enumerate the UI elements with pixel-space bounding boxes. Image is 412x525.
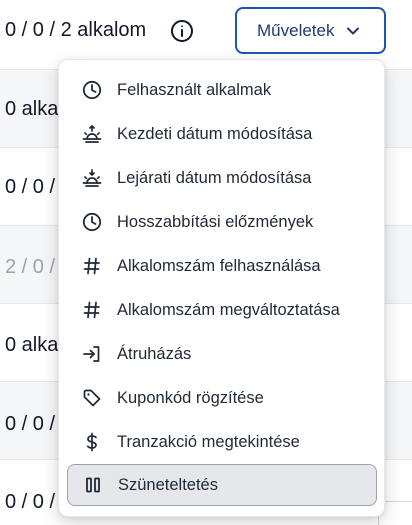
info-circle-icon[interactable] (170, 19, 194, 43)
menu-item-view-transaction[interactable]: Tranzakció megtekintése (67, 422, 377, 462)
actions-button-label: Műveletek (257, 20, 335, 40)
menu-item-record-coupon[interactable]: Kuponkód rögzítése (67, 378, 377, 418)
sunset-icon (81, 167, 103, 189)
row-count-text: 0 / 0 / (5, 491, 56, 513)
pause-icon (82, 474, 104, 496)
occasion-count: 0 / 0 / 2 alkalom (5, 19, 147, 41)
menu-item-label: Felhasznált alkalmak (117, 80, 272, 99)
menu-item-change-expiry-date[interactable]: Lejárati dátum módosítása (67, 158, 377, 198)
hash-icon (81, 299, 103, 321)
menu-item-label: Tranzakció megtekintése (117, 432, 300, 451)
transfer-in-icon (81, 343, 103, 365)
menu-item-label: Szüneteltetés (118, 475, 218, 494)
row-count-text: 0 alka (5, 98, 59, 120)
menu-item-label: Alkalomszám felhasználása (117, 256, 321, 275)
clock-icon (81, 79, 103, 101)
menu-item-transfer[interactable]: Átruházás (67, 334, 377, 374)
sunrise-icon (81, 123, 103, 145)
chevron-down-icon (346, 24, 360, 38)
clock-icon (81, 211, 103, 233)
hash-icon (81, 255, 103, 277)
tag-icon (81, 387, 103, 409)
menu-item-label: Alkalomszám megváltoztatása (117, 300, 340, 319)
dollar-icon (81, 431, 103, 453)
menu-item-pause[interactable]: Szüneteltetés (67, 464, 377, 506)
menu-item-use-occasion-count[interactable]: Alkalomszám felhasználása (67, 246, 377, 286)
actions-dropdown-menu: Felhasznált alkalmak Kezdeti dátum módos… (58, 59, 385, 517)
row-count-text: 0 / 0 / (5, 176, 56, 198)
menu-item-change-start-date[interactable]: Kezdeti dátum módosítása (67, 114, 377, 154)
menu-item-label: Kezdeti dátum módosítása (117, 124, 313, 143)
menu-item-label: Hosszabbítási előzmények (117, 212, 314, 231)
menu-item-label: Lejárati dátum módosítása (117, 168, 312, 187)
row-count-text: 0 / 0 / (5, 413, 56, 435)
menu-item-extension-history[interactable]: Hosszabbítási előzmények (67, 202, 377, 242)
row-count-text: 2 / 0 / (5, 256, 56, 278)
actions-dropdown-button[interactable]: Műveletek (235, 7, 386, 54)
menu-item-used-occasions[interactable]: Felhasznált alkalmak (67, 70, 377, 110)
menu-item-change-occasion-count[interactable]: Alkalomszám megváltoztatása (67, 290, 377, 330)
row-count-text: 0 alka (5, 334, 59, 356)
menu-item-label: Átruházás (117, 344, 192, 363)
menu-item-label: Kuponkód rögzítése (117, 388, 264, 407)
